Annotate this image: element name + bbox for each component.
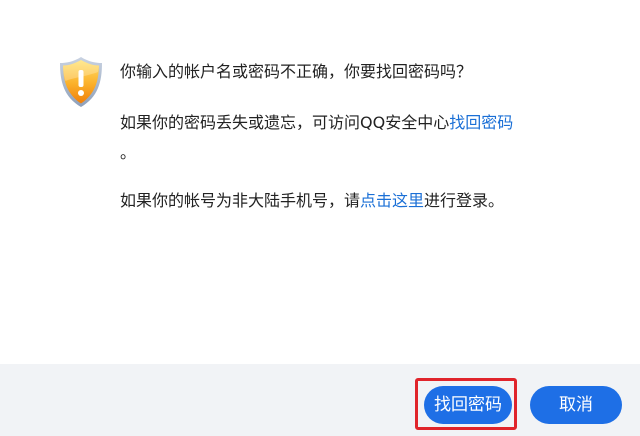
recover-hint-line: 如果你的密码丢失或遗忘，可访问QQ安全中心找回密码 <box>120 111 513 135</box>
dialog-content: 你输入的帐户名或密码不正确，你要找回密码吗？ 如果你的密码丢失或遗忘，可访问QQ… <box>0 0 640 364</box>
foreign-phone-hint-suffix: 进行登录。 <box>424 191 505 210</box>
foreign-phone-hint-line: 如果你的帐号为非大陆手机号，请点击这里进行登录。 <box>120 189 504 213</box>
login-error-dialog: 你输入的帐户名或密码不正确，你要找回密码吗？ 如果你的密码丢失或遗忘，可访问QQ… <box>0 0 640 436</box>
recover-hint-text: 如果你的密码丢失或遗忘，可访问QQ安全中心 <box>120 113 450 132</box>
warning-shield-icon <box>60 57 102 107</box>
foreign-phone-hint-text: 如果你的帐号为非大陆手机号，请 <box>120 191 361 210</box>
recover-hint-suffix: 。 <box>120 143 137 162</box>
click-here-link[interactable]: 点击这里 <box>360 191 424 210</box>
cancel-button[interactable]: 取消 <box>530 386 622 424</box>
find-password-button[interactable]: 找回密码 <box>424 386 512 424</box>
find-password-link[interactable]: 找回密码 <box>449 113 513 132</box>
error-message-title: 你输入的帐户名或密码不正确，你要找回密码吗？ <box>120 62 473 81</box>
